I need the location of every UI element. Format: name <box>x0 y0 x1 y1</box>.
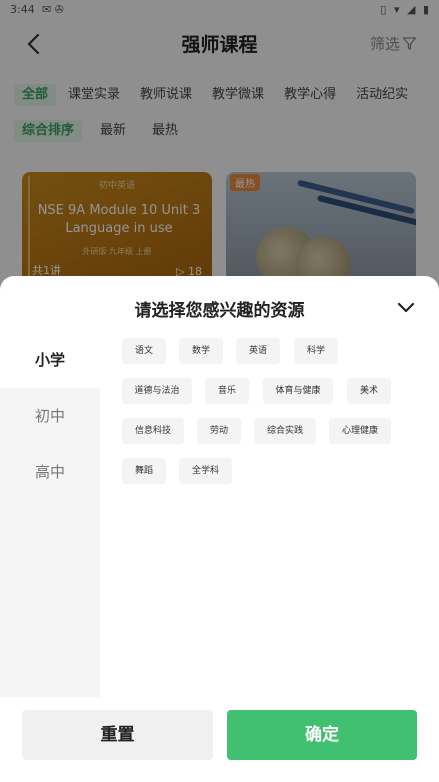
reset-button[interactable]: 重置 <box>22 710 213 760</box>
subject-chip[interactable]: 综合实践 <box>254 418 316 444</box>
subject-chip[interactable]: 信息科技 <box>122 418 184 444</box>
level-junior-high[interactable]: 初中 <box>0 388 100 444</box>
subject-row: 舞蹈 全学科 <box>122 458 422 498</box>
subject-chips: 语文 数学 英语 科学 道德与法治 音乐 体育与健康 美术 信息科技 劳动 综合… <box>122 338 422 498</box>
subject-row: 道德与法治 音乐 体育与健康 美术 <box>122 378 422 418</box>
confirm-button[interactable]: 确定 <box>227 710 417 760</box>
subject-chip[interactable]: 全学科 <box>179 458 232 484</box>
subject-chip[interactable]: 劳动 <box>197 418 241 444</box>
subject-chip[interactable]: 英语 <box>236 338 280 364</box>
resource-filter-sheet: 请选择您感兴趣的资源 小学 初中 高中 语文 数学 英语 科学 道德与法治 音乐… <box>0 276 439 782</box>
collapse-button[interactable] <box>393 294 419 320</box>
subject-chip[interactable]: 语文 <box>122 338 166 364</box>
school-level-list: 小学 初中 高中 <box>0 332 100 697</box>
sheet-footer: 重置 确定 <box>0 710 439 782</box>
chevron-down-icon <box>397 302 415 313</box>
subject-chip[interactable]: 道德与法治 <box>122 378 192 404</box>
subject-chip[interactable]: 科学 <box>294 338 338 364</box>
subject-chip[interactable]: 美术 <box>347 378 391 404</box>
level-primary[interactable]: 小学 <box>0 332 100 388</box>
level-senior-high[interactable]: 高中 <box>0 444 100 500</box>
subject-chip[interactable]: 舞蹈 <box>122 458 166 484</box>
subject-chip[interactable]: 数学 <box>179 338 223 364</box>
subject-row: 信息科技 劳动 综合实践 心理健康 <box>122 418 422 458</box>
subject-row: 语文 数学 英语 科学 <box>122 338 422 378</box>
sheet-title: 请选择您感兴趣的资源 <box>134 301 305 321</box>
subject-chip[interactable]: 音乐 <box>205 378 249 404</box>
subject-chip[interactable]: 体育与健康 <box>263 378 333 404</box>
subject-chip[interactable]: 心理健康 <box>329 418 391 444</box>
